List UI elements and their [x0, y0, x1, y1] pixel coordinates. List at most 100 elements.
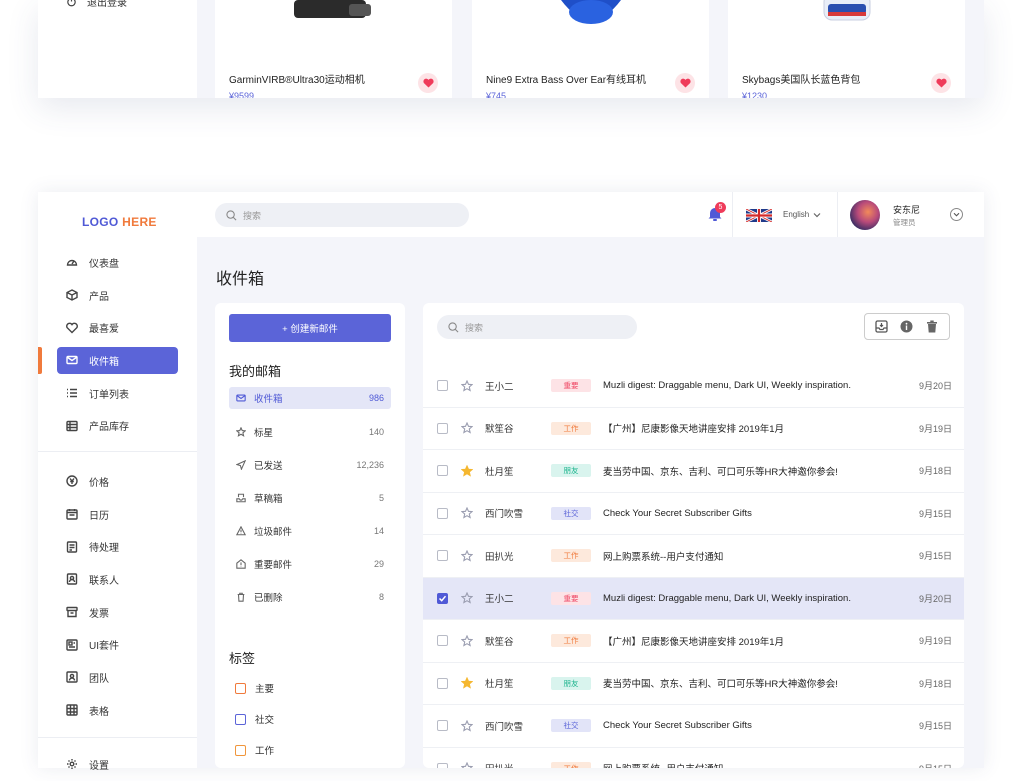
product-card[interactable]: Nine9 Extra Bass Over Ear有线耳机 ¥745 — [472, 0, 709, 98]
mail-date: 9月15日 — [918, 721, 952, 732]
active-indicator — [38, 347, 42, 375]
mail-row[interactable]: 杜月笙 朋友 麦当劳中国、京东、吉利、可口可乐等HR大神邀你参会! 9月18日 — [423, 450, 964, 493]
mail-row[interactable]: 王小二 重要 Muzli digest: Draggable menu, Dark … — [423, 365, 964, 408]
mail-tag-badge: 社交 — [551, 506, 591, 520]
favorite-button[interactable] — [418, 73, 438, 93]
compose-button[interactable]: + 创建新邮件 — [229, 314, 391, 342]
row-checkbox[interactable] — [437, 507, 448, 519]
heart-icon — [66, 322, 78, 334]
user-menu-button[interactable] — [950, 208, 963, 221]
star-icon[interactable] — [461, 719, 473, 732]
mail-search-input[interactable]: 搜索 — [437, 315, 637, 339]
row-checkbox[interactable] — [437, 762, 448, 768]
logo[interactable]: LOGO HERE — [82, 215, 157, 229]
folder-count: 12,236 — [356, 460, 384, 470]
tag-social[interactable]: 社交 — [235, 712, 274, 726]
sidebar-item-invoice[interactable]: 发票 — [38, 596, 197, 629]
sidebar-divider — [38, 451, 197, 452]
global-search-input[interactable]: 搜索 — [215, 203, 469, 227]
sidebar-item-ui-kit[interactable]: UI套件 — [38, 628, 197, 661]
mail-subject: 麦当劳中国、京东、吉利、可口可乐等HR大神邀你参会! — [603, 679, 838, 691]
mail-icon — [66, 356, 78, 365]
info-button[interactable] — [896, 317, 918, 337]
sidebar-item-price[interactable]: 价格 — [38, 465, 197, 498]
mail-row[interactable]: 默笙谷 工作 【广州】尼康影像天地讲座安排 2019年1月 9月19日 — [423, 620, 964, 663]
user-name: 安东尼 — [893, 205, 921, 215]
tag-primary[interactable]: 主要 — [235, 681, 274, 695]
star-icon[interactable] — [461, 592, 473, 604]
delete-button[interactable] — [921, 317, 943, 337]
header-divider — [732, 192, 733, 237]
folder-starred[interactable]: 标星 140 — [229, 421, 391, 443]
search-placeholder: 搜索 — [243, 210, 262, 221]
row-checkbox[interactable] — [437, 677, 448, 689]
row-checkbox[interactable] — [437, 465, 448, 477]
folder-inbox[interactable]: 收件箱 986 — [229, 387, 391, 409]
star-icon[interactable] — [461, 762, 473, 768]
sidebar-item-settings[interactable]: 设置 — [38, 748, 197, 781]
sidebar-item-orders[interactable]: 订单列表 — [38, 377, 197, 410]
favorite-button[interactable] — [675, 73, 695, 93]
row-checkbox[interactable] — [437, 720, 448, 732]
notification-button[interactable]: 5 — [707, 202, 726, 226]
star-icon[interactable] — [461, 677, 473, 689]
tag-checkbox[interactable] — [235, 682, 246, 694]
sidebar-item-table[interactable]: 表格 — [38, 694, 197, 727]
mail-row[interactable]: 西门吹雪 社交 Check Your Secret Subscriber Gifts… — [423, 705, 964, 748]
sidebar-item-dashboard[interactable]: 仪表盘 — [38, 246, 197, 279]
product-card[interactable]: GarminVIRB®Ultra30运动相机 ¥9599 — [215, 0, 452, 98]
mail-row[interactable]: 西门吹雪 社交 Check Your Secret Subscriber Gifts… — [423, 493, 964, 535]
star-icon[interactable] — [461, 549, 473, 562]
sidebar-item-stock[interactable]: 产品库存 — [38, 409, 197, 442]
sidebar-item-calendar[interactable]: 日历 — [38, 498, 197, 531]
sidebar-item-favorites[interactable]: 最喜爱 — [38, 311, 197, 344]
folder-drafts[interactable]: 草稿箱 5 — [229, 487, 391, 509]
mail-row[interactable]: 默笙谷 工作 【广州】尼康影像天地讲座安排 2019年1月 9月19日 — [423, 408, 964, 450]
product-panel: 退出登录 GarminVIRB®Ultra30运动相机 ¥9599 Nine9 … — [38, 0, 984, 98]
star-icon[interactable] — [461, 464, 473, 477]
sidebar-item-todo[interactable]: 待处理 — [38, 530, 197, 563]
sidebar-item-inbox[interactable]: 收件箱 — [38, 344, 197, 377]
tag-checkbox[interactable] — [235, 713, 246, 725]
warning-icon — [236, 526, 246, 536]
mail-row[interactable]: 田扒光工作网上购票系统--用户支付通知9月15日 — [423, 535, 964, 578]
row-checkbox[interactable] — [437, 380, 448, 392]
inbox-app: LOGO HERE 仪表盘 产品 最喜爱 收件箱 订单列表 产品库存 价格 日历… — [38, 192, 984, 772]
previous-screen-fragment: 退出登录 GarminVIRB®Ultra30运动相机 ¥9599 Nine9 … — [0, 0, 1024, 190]
language-selector[interactable]: English — [783, 210, 821, 219]
fragment-sidebar: 退出登录 — [38, 0, 197, 98]
folder-spam[interactable]: 垃圾邮件 14 — [229, 520, 391, 542]
product-card[interactable]: Skybags美国队长蓝色背包 ¥1230 — [728, 0, 965, 98]
folder-sent[interactable]: 已发送 12,236 — [229, 454, 391, 476]
mail-row[interactable]: 王小二 重要 Muzli digest: Draggable menu, Dark … — [423, 577, 964, 620]
star-icon — [236, 427, 246, 437]
mail-tag-badge: 重要 — [551, 591, 591, 605]
mail-tag-badge: 工作 — [551, 421, 591, 435]
mail-row[interactable]: 田扒光工作网上购票系统--用户支付通知9月15日 — [423, 748, 964, 768]
important-icon — [236, 559, 246, 569]
mail-date: 9月18日 — [918, 466, 952, 477]
avatar[interactable] — [850, 200, 880, 230]
mail-row[interactable]: 杜月笙 朋友 麦当劳中国、京东、吉利、可口可乐等HR大神邀你参会! 9月18日 — [423, 663, 964, 705]
folder-important[interactable]: 重要邮件 29 — [229, 553, 391, 575]
sidebar-item-team[interactable]: 团队 — [38, 661, 197, 694]
logout-item[interactable]: 退出登录 — [66, 0, 127, 9]
row-checkbox[interactable] — [437, 635, 448, 647]
star-icon[interactable] — [461, 379, 473, 392]
dashboard-icon — [66, 260, 78, 267]
star-icon[interactable] — [461, 507, 473, 519]
tag-work[interactable]: 工作 — [235, 743, 274, 757]
sidebar-item-products[interactable]: 产品 — [38, 279, 197, 312]
row-checkbox[interactable] — [437, 422, 448, 434]
star-icon[interactable] — [461, 422, 473, 434]
row-checkbox[interactable] — [437, 550, 448, 562]
folder-trash[interactable]: 已删除 8 — [229, 586, 391, 608]
star-icon[interactable] — [461, 634, 473, 647]
row-checkbox[interactable] — [437, 592, 448, 604]
mail-date: 9月19日 — [918, 636, 952, 647]
tag-checkbox[interactable] — [235, 744, 246, 756]
sidebar-item-contacts[interactable]: 联系人 — [38, 563, 197, 596]
archive-button[interactable] — [871, 317, 893, 337]
favorite-button[interactable] — [931, 73, 951, 93]
uk-flag-icon — [746, 209, 772, 222]
